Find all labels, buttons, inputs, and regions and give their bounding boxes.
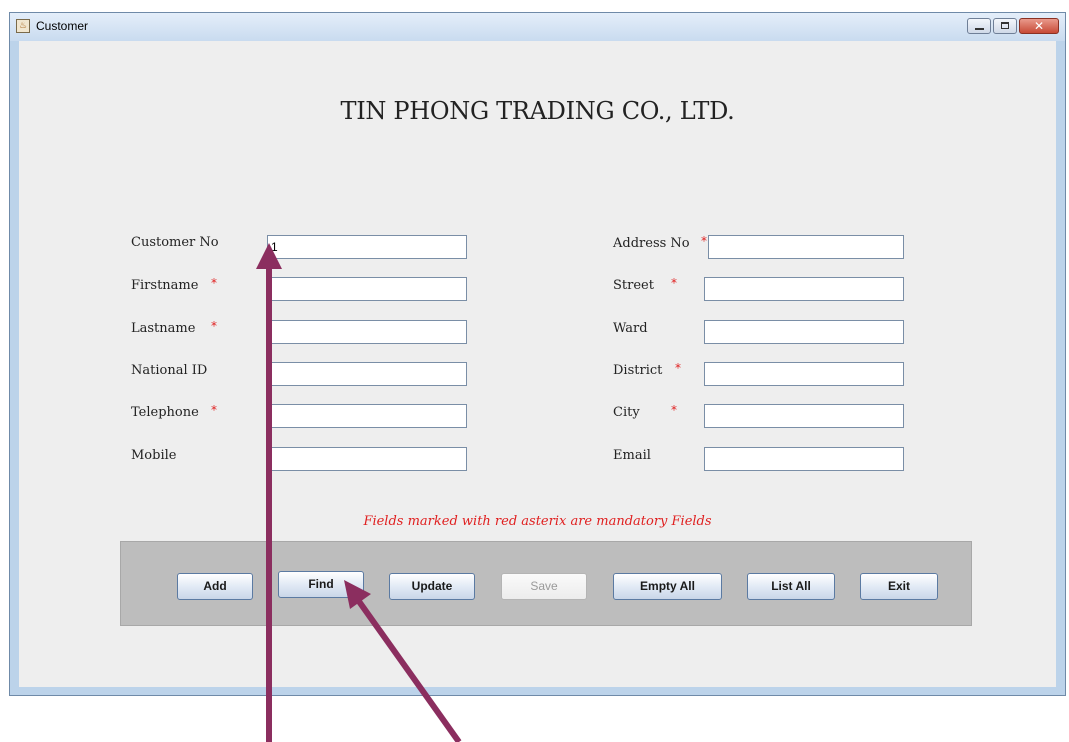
arrow-to-find-shaft bbox=[355, 598, 462, 742]
arrow-to-customer-no-head bbox=[256, 243, 282, 269]
annotation-arrows bbox=[256, 243, 462, 742]
arrow-to-find-head bbox=[344, 580, 371, 609]
